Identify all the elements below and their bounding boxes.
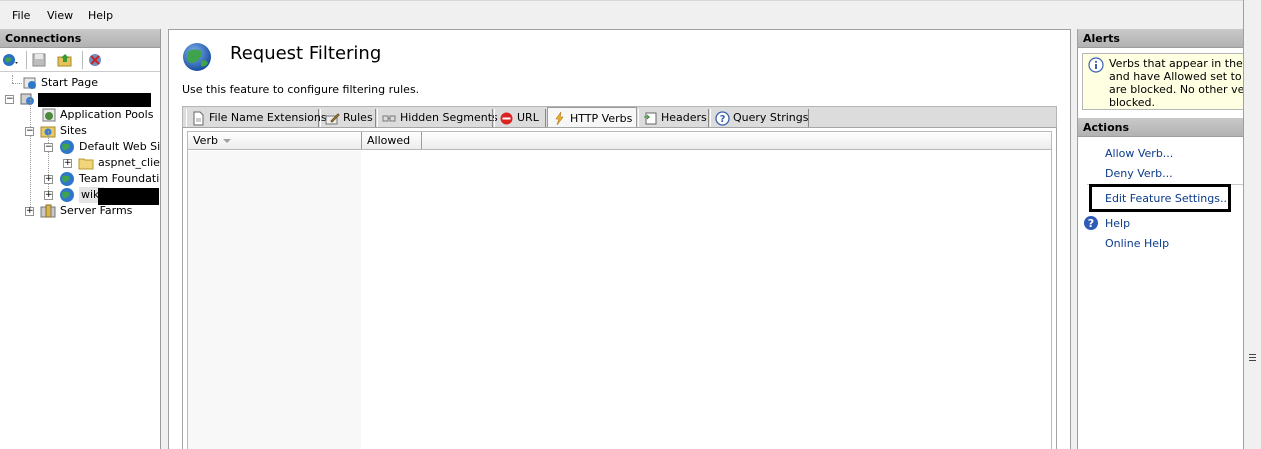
page-description: Use this feature to configure filtering … — [182, 83, 420, 96]
feature-panel: Request Filtering Use this feature to co… — [168, 29, 1071, 449]
up-folder-icon[interactable] — [57, 52, 73, 68]
connections-header: Connections — [0, 29, 160, 48]
verbs-grid[interactable]: Verb Allowed — [187, 131, 1052, 449]
lightning-icon — [555, 111, 564, 126]
feature-tabs: File Name Extensions Rules Hidden Segmen… — [182, 106, 1057, 129]
expand-icon[interactable]: + — [25, 207, 34, 216]
expand-icon[interactable]: + — [44, 191, 53, 200]
menu-view[interactable]: View — [47, 9, 73, 22]
highlight-box — [1089, 184, 1231, 212]
connections-panel: Connections Start Page − Application Poo… — [0, 29, 161, 449]
server-farm-icon — [40, 204, 56, 218]
online-help-link[interactable]: Online Help — [1105, 237, 1169, 250]
allow-verb-link[interactable]: Allow Verb... — [1105, 147, 1173, 160]
globe-icon — [60, 172, 74, 186]
expand-icon[interactable]: + — [44, 175, 53, 184]
tree-item-wiki[interactable]: + wiki — [0, 187, 160, 205]
deny-verb-link[interactable]: Deny Verb... — [1105, 167, 1173, 180]
connect-globe-icon[interactable] — [2, 52, 18, 68]
tree-item-application-pools[interactable]: Application Pools — [0, 107, 160, 123]
tab-hidden-segments[interactable]: Hidden Segments — [377, 109, 498, 128]
grid-header: Verb Allowed — [188, 132, 1051, 150]
tree-item-server[interactable]: − — [0, 91, 160, 107]
disconnect-icon[interactable] — [87, 52, 103, 68]
collapse-icon[interactable]: − — [5, 95, 14, 104]
grip-icon[interactable] — [1249, 354, 1256, 364]
menu-file[interactable]: File — [12, 9, 30, 22]
info-icon — [1088, 57, 1104, 73]
grid-verb-column — [188, 151, 361, 449]
globe-icon — [60, 188, 74, 202]
no-entry-icon — [500, 112, 513, 125]
tree-item-sites[interactable]: − Sites — [0, 123, 160, 139]
tree-item-default-web-site[interactable]: − Default Web Site — [0, 139, 160, 155]
globe-icon — [60, 140, 74, 154]
actions-header: Actions — [1078, 118, 1243, 137]
tab-headers[interactable]: Headers — [638, 109, 709, 128]
collapse-icon[interactable]: − — [44, 143, 53, 152]
connections-toolbar — [0, 48, 160, 72]
connections-tree: Start Page − Application Pools − Sites − — [0, 73, 160, 449]
alerts-header: Alerts — [1078, 29, 1243, 48]
menu-help[interactable]: Help — [88, 9, 113, 22]
redacted-server-name — [38, 93, 151, 107]
tab-url[interactable]: URL — [494, 109, 546, 128]
start-page-icon — [23, 77, 36, 89]
tree-item-team-foundation[interactable]: + Team Foundation — [0, 171, 160, 187]
page-title: Request Filtering — [230, 43, 382, 64]
svg-text:?: ? — [1088, 217, 1094, 230]
tab-http-verbs[interactable]: HTTP Verbs — [547, 107, 637, 129]
column-header-allowed[interactable]: Allowed — [362, 132, 422, 149]
folder-icon — [78, 158, 94, 170]
server-icon — [20, 93, 34, 105]
svg-text:?: ? — [720, 114, 726, 125]
tab-query-strings[interactable]: ? Query Strings — [710, 109, 809, 128]
left-splitter[interactable] — [161, 29, 168, 449]
segments-icon — [382, 115, 396, 122]
headers-icon — [644, 112, 657, 125]
column-header-verb[interactable]: Verb — [188, 132, 362, 149]
tree-item-aspnet-client[interactable]: + aspnet_client — [0, 155, 160, 171]
sort-arrow-icon — [223, 139, 231, 143]
menu-bar: File View Help — [0, 0, 1243, 29]
help-link[interactable]: Help — [1105, 217, 1130, 230]
help-icon: ? — [1084, 216, 1098, 230]
request-filtering-globe-icon — [183, 43, 211, 71]
tree-item-start-page[interactable]: Start Page — [0, 75, 160, 91]
save-icon[interactable] — [31, 52, 47, 68]
tab-rules[interactable]: Rules — [320, 109, 376, 128]
pencil-icon — [325, 113, 340, 125]
document-icon — [193, 111, 204, 126]
window-edge-strip — [1243, 0, 1261, 449]
collapse-icon[interactable]: − — [25, 127, 34, 136]
question-icon: ? — [715, 111, 730, 126]
actions-pane: Alerts Verbs that appear in the list and… — [1077, 29, 1243, 449]
verbs-grid-frame: Verb Allowed — [182, 127, 1057, 449]
tab-file-name-extensions[interactable]: File Name Extensions — [186, 109, 327, 128]
app-pool-icon — [42, 108, 56, 122]
expand-icon[interactable]: + — [63, 159, 72, 168]
alert-message: Verbs that appear in the list and have A… — [1082, 53, 1243, 110]
tree-item-server-farms[interactable]: + Server Farms — [0, 203, 160, 219]
